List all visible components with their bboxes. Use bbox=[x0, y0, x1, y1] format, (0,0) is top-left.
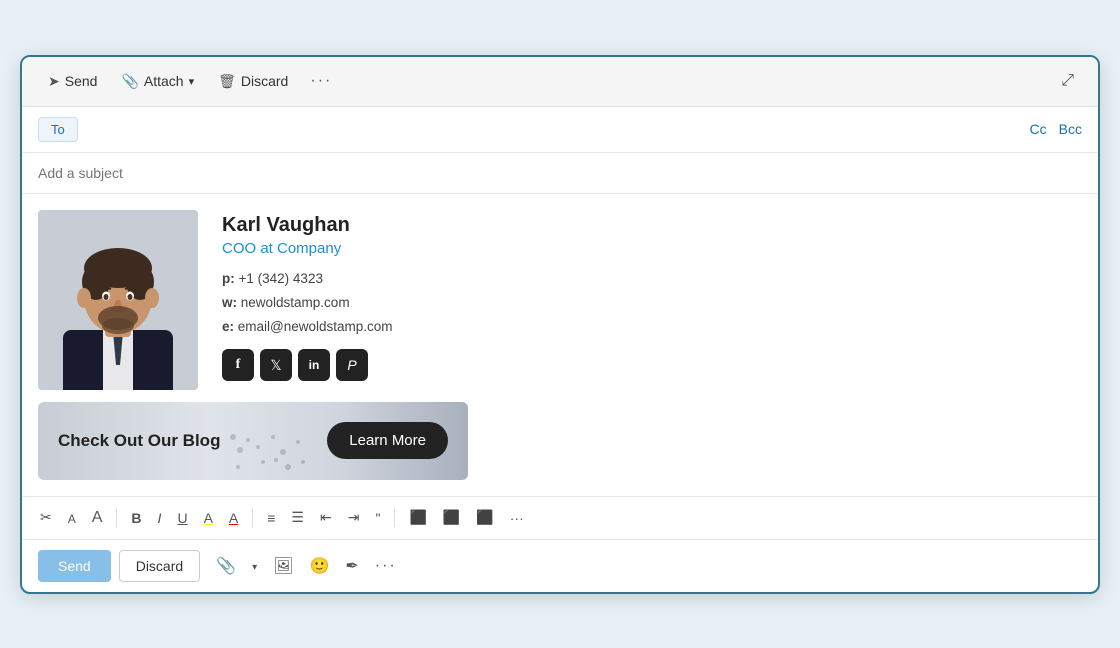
subject-row bbox=[22, 153, 1098, 194]
attach-chevron-icon: ▾ bbox=[189, 75, 195, 88]
align-center-button[interactable]: ⬛ bbox=[437, 505, 466, 530]
image-button[interactable]: 🖼 bbox=[269, 552, 297, 580]
more-bottom-button[interactable]: ··· bbox=[371, 553, 401, 579]
send-button[interactable]: ➤ Send bbox=[38, 67, 107, 96]
twitter-icon: 𝕏 bbox=[270, 357, 281, 374]
facebook-icon: f bbox=[236, 357, 241, 373]
clear-format-icon: ✂ bbox=[40, 509, 52, 525]
align-left-icon: ≡ bbox=[267, 510, 275, 526]
font-size-decrease-button[interactable]: A bbox=[62, 506, 82, 530]
increase-indent-icon: ⇥ bbox=[348, 509, 360, 525]
cc-bcc-area: Cc Bcc bbox=[1030, 121, 1082, 137]
send-label: Send bbox=[65, 73, 98, 89]
emoji-icon: 🙂 bbox=[309, 558, 329, 575]
font-decrease-icon: A bbox=[68, 512, 76, 526]
align-left-button[interactable]: ≡ bbox=[261, 506, 281, 530]
toolbar: ➤ Send 📎 Attach ▾ 🗑 Discard ··· ⤢ bbox=[22, 57, 1098, 107]
pinterest-button[interactable]: P bbox=[336, 349, 368, 381]
expand-icon: ⤢ bbox=[1061, 72, 1074, 89]
align-center-icon: ⬛ bbox=[443, 509, 460, 525]
to-badge[interactable]: To bbox=[38, 117, 78, 142]
signature-top: Karl Vaughan COO at Company p: +1 (342) … bbox=[38, 210, 1082, 390]
italic-button[interactable]: I bbox=[152, 506, 168, 530]
bottom-bar: Send Discard 📎 ▾ 🖼 🙂 ✒ ··· bbox=[22, 539, 1098, 592]
sig-banner: Check Out Our Blog Learn More bbox=[38, 402, 468, 480]
avatar bbox=[38, 210, 198, 390]
font-color-button[interactable]: A bbox=[223, 506, 244, 530]
attach-label: Attach bbox=[144, 73, 184, 89]
send-bottom-button[interactable]: Send bbox=[38, 550, 111, 582]
subject-input[interactable] bbox=[38, 165, 1082, 181]
quote-icon: " bbox=[375, 510, 380, 526]
sig-socials: f 𝕏 in P bbox=[222, 349, 393, 381]
bullets-button[interactable]: ☰ bbox=[285, 505, 310, 530]
signature-info: Karl Vaughan COO at Company p: +1 (342) … bbox=[222, 210, 393, 382]
signature-button[interactable]: ✒ bbox=[341, 552, 362, 580]
discard-bottom-button[interactable]: Discard bbox=[119, 550, 200, 582]
attach-chevron-bottom-button[interactable]: ▾ bbox=[248, 553, 261, 579]
to-input[interactable] bbox=[86, 121, 1030, 137]
sig-title: COO at Company bbox=[222, 240, 393, 257]
align-right-button[interactable]: ⬛ bbox=[470, 505, 499, 530]
send-icon: ➤ bbox=[48, 73, 60, 90]
emoji-button[interactable]: 🙂 bbox=[305, 552, 333, 580]
underline-button[interactable]: U bbox=[171, 506, 193, 530]
discard-label: Discard bbox=[241, 73, 288, 89]
bcc-button[interactable]: Bcc bbox=[1059, 121, 1082, 137]
sig-contact: p: +1 (342) 4323 w: newoldstamp.com e: e… bbox=[222, 267, 393, 340]
attach-button[interactable]: 📎 Attach ▾ bbox=[111, 67, 204, 96]
sig-email: e: email@newoldstamp.com bbox=[222, 315, 393, 339]
highlight-button[interactable]: A bbox=[198, 506, 219, 530]
signature-icon: ✒ bbox=[345, 558, 358, 575]
learn-more-button[interactable]: Learn More bbox=[327, 422, 448, 459]
align-left2-icon: ⬛ bbox=[409, 509, 426, 525]
to-row: To Cc Bcc bbox=[22, 107, 1098, 153]
quote-button[interactable]: " bbox=[369, 506, 386, 530]
format-bar: ✂ A A B I U A A ≡ ☰ ⇤ ⇥ " bbox=[22, 496, 1098, 539]
more-format-icon: ··· bbox=[510, 510, 524, 526]
font-size-increase-button[interactable]: A bbox=[86, 505, 109, 531]
align-left2-button[interactable]: ⬛ bbox=[403, 505, 432, 530]
bold-button[interactable]: B bbox=[125, 506, 147, 530]
bottom-icons: 📎 ▾ 🖼 🙂 ✒ ··· bbox=[212, 552, 401, 580]
discard-icon: 🗑 bbox=[218, 73, 236, 90]
more-format-button[interactable]: ··· bbox=[504, 506, 530, 530]
email-signature: Karl Vaughan COO at Company p: +1 (342) … bbox=[38, 210, 1082, 480]
cc-button[interactable]: Cc bbox=[1030, 121, 1047, 137]
linkedin-icon: in bbox=[309, 358, 320, 372]
email-body[interactable]: Karl Vaughan COO at Company p: +1 (342) … bbox=[22, 194, 1098, 496]
increase-indent-button[interactable]: ⇥ bbox=[342, 505, 366, 530]
attach-bottom-icon: 📎 bbox=[216, 558, 236, 575]
discard-button[interactable]: 🗑 Discard bbox=[208, 67, 298, 96]
font-increase-icon: A bbox=[92, 509, 103, 526]
linkedin-button[interactable]: in bbox=[298, 349, 330, 381]
sig-web: w: newoldstamp.com bbox=[222, 291, 393, 315]
sig-name: Karl Vaughan bbox=[222, 214, 393, 237]
more-options-button[interactable]: ··· bbox=[302, 68, 340, 94]
clear-format-button[interactable]: ✂ bbox=[34, 505, 58, 530]
decrease-indent-icon: ⇤ bbox=[320, 509, 332, 525]
facebook-button[interactable]: f bbox=[222, 349, 254, 381]
align-right-icon: ⬛ bbox=[476, 509, 493, 525]
attach-icon: 📎 bbox=[121, 73, 138, 90]
expand-window-button[interactable]: ⤢ bbox=[1053, 68, 1082, 94]
image-icon: 🖼 bbox=[273, 558, 293, 575]
twitter-button[interactable]: 𝕏 bbox=[260, 349, 292, 381]
highlight-icon: A bbox=[204, 510, 213, 526]
pinterest-icon: P bbox=[347, 357, 356, 373]
sig-phone: p: +1 (342) 4323 bbox=[222, 267, 393, 291]
email-compose-window: ➤ Send 📎 Attach ▾ 🗑 Discard ··· ⤢ To Cc … bbox=[20, 55, 1100, 594]
bullets-icon: ☰ bbox=[291, 509, 304, 525]
banner-text: Check Out Our Blog bbox=[58, 431, 220, 451]
attach-bottom-button[interactable]: 📎 bbox=[212, 552, 240, 580]
decrease-indent-button[interactable]: ⇤ bbox=[314, 505, 338, 530]
font-color-icon: A bbox=[229, 510, 238, 526]
chevron-down-icon: ▾ bbox=[252, 562, 257, 573]
